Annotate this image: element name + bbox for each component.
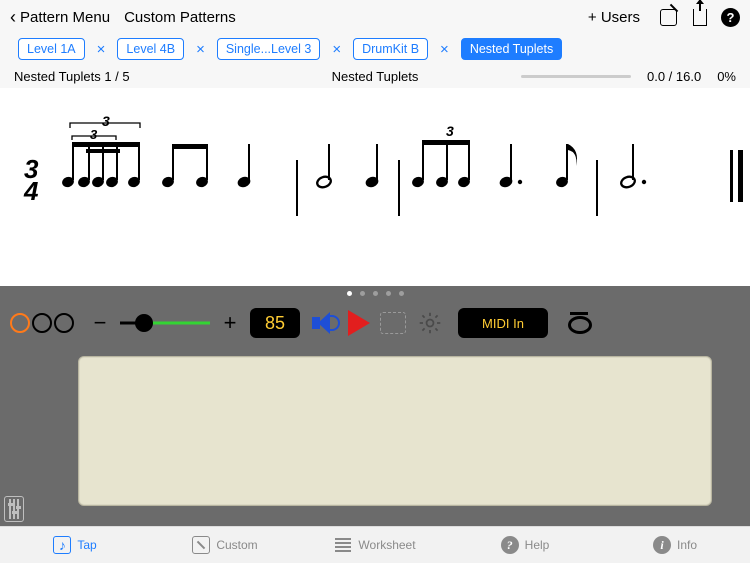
tempo-slider[interactable] <box>120 313 210 333</box>
pattern-chips-row: Level 1A × Level 4B × Single...Level 3 × DrumK… <box>0 34 750 64</box>
add-users-button[interactable]: + Users <box>588 9 640 26</box>
tab-label: Custom <box>216 538 257 552</box>
back-chevron-icon[interactable]: ‹ <box>10 7 16 28</box>
tab-label: Tap <box>77 538 96 552</box>
tuplet-mark: 3 <box>90 127 98 142</box>
count-circle-2 <box>32 313 52 333</box>
worksheet-icon <box>334 536 352 554</box>
share-icon[interactable] <box>693 9 707 26</box>
settings-gear-icon[interactable] <box>416 309 444 337</box>
bottom-tab-bar: ♪ Tap Custom Worksheet ? Help i Info <box>0 526 750 563</box>
tuplet-mark: 3 <box>446 123 454 139</box>
tempo-plus-button[interactable]: + <box>220 310 240 336</box>
whole-note-icon[interactable] <box>568 316 590 330</box>
pattern-chip[interactable]: DrumKit B <box>353 38 428 60</box>
pattern-chip[interactable]: Single...Level 3 <box>217 38 320 60</box>
chip-close-icon[interactable]: × <box>438 41 451 58</box>
status-row: Nested Tuplets 1 / 5 Nested Tuplets 0.0 … <box>0 64 750 88</box>
tempo-display[interactable]: 85 <box>250 308 300 338</box>
pattern-chip[interactable]: Level 4B <box>117 38 184 60</box>
mixer-icon[interactable] <box>4 496 24 522</box>
tab-info[interactable]: i Info <box>600 536 750 554</box>
tab-tap[interactable]: ♪ Tap <box>0 536 150 554</box>
count-circles[interactable] <box>10 313 74 333</box>
record-box-icon[interactable] <box>380 312 406 334</box>
help-icon[interactable]: ? <box>721 8 740 27</box>
time-sig-bottom: 4 <box>23 176 39 206</box>
page-dot <box>347 291 352 296</box>
page-dot <box>399 291 404 296</box>
midi-in-button[interactable]: MIDI In <box>458 308 548 338</box>
page-indicator[interactable] <box>0 286 750 300</box>
chip-close-icon[interactable]: × <box>95 41 108 58</box>
progress-bar <box>521 75 631 78</box>
tap-pad-area <box>0 346 750 526</box>
tuplet-mark: 3 <box>102 113 110 129</box>
speaker-icon[interactable] <box>310 310 338 336</box>
pattern-chip[interactable]: Level 1A <box>18 38 85 60</box>
help-round-icon: ? <box>501 536 519 554</box>
count-circle-1 <box>10 313 30 333</box>
tab-custom[interactable]: Custom <box>150 536 300 554</box>
tempo-minus-button[interactable]: − <box>90 310 110 336</box>
tab-help[interactable]: ? Help <box>450 536 600 554</box>
chip-close-icon[interactable]: × <box>194 41 207 58</box>
tab-label: Info <box>677 538 697 552</box>
chip-close-icon[interactable]: × <box>330 41 343 58</box>
pattern-chip[interactable]: Nested Tuplets <box>461 38 562 60</box>
tab-worksheet[interactable]: Worksheet <box>300 536 450 554</box>
play-button[interactable] <box>348 310 370 336</box>
top-nav: ‹ Pattern Menu Custom Patterns + Users ? <box>0 0 750 34</box>
status-score: 0.0 / 16.0 <box>647 69 701 84</box>
status-percent: 0% <box>717 69 736 84</box>
transport-controls: − + 85 MIDI In <box>0 300 750 346</box>
compose-icon[interactable] <box>660 9 677 26</box>
tab-label: Help <box>525 538 550 552</box>
tab-label: Worksheet <box>358 538 415 552</box>
tap-note-icon: ♪ <box>53 536 71 554</box>
tap-pad[interactable] <box>78 356 712 506</box>
page-dot <box>386 291 391 296</box>
status-pattern-name: Nested Tuplets <box>332 69 419 84</box>
page-dot <box>373 291 378 296</box>
info-round-icon: i <box>653 536 671 554</box>
notation-area: 3 4 3 3 3 <box>0 88 750 286</box>
page-title: Custom Patterns <box>124 9 236 26</box>
page-dot <box>360 291 365 296</box>
count-circle-3 <box>54 313 74 333</box>
back-button[interactable]: Pattern Menu <box>20 9 110 26</box>
pencil-icon <box>192 536 210 554</box>
status-progress-label: Nested Tuplets 1 / 5 <box>14 69 130 84</box>
